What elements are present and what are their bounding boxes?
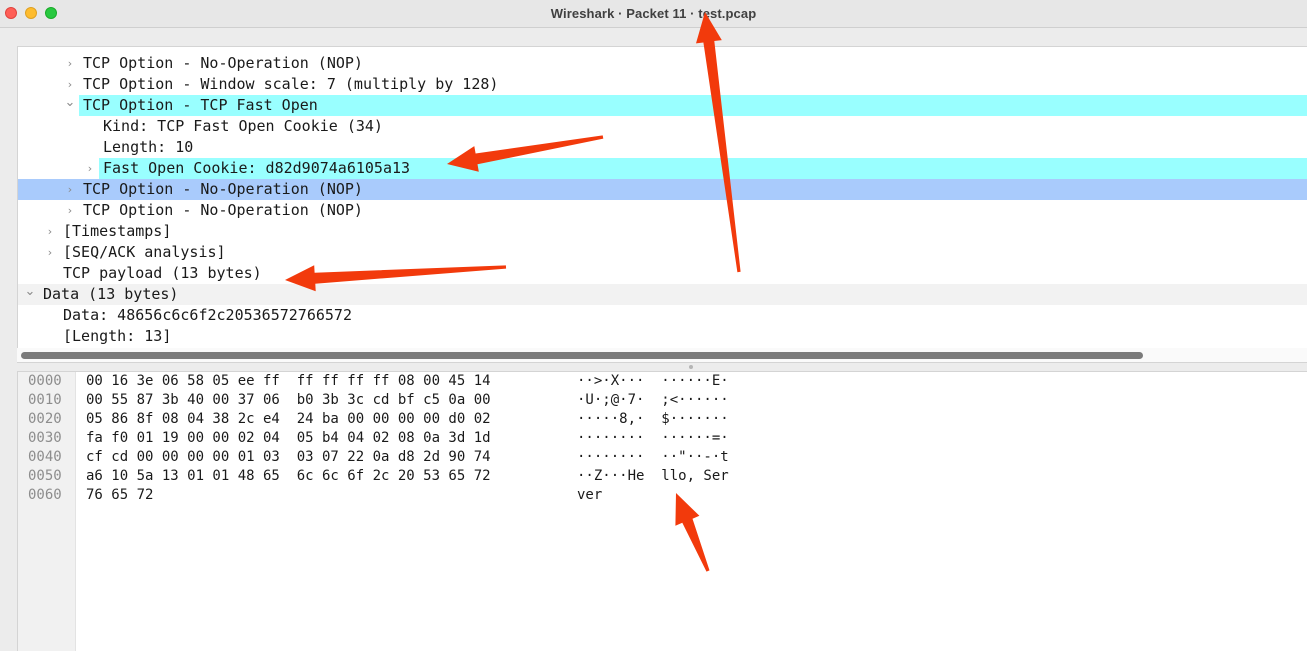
packet-detail-row[interactable]: › [SEQ/ACK analysis] [18,242,1307,263]
packet-detail-label: TCP Option - TCP Fast Open [83,96,318,114]
packet-detail-label: TCP Option - No-Operation (NOP) [83,180,363,198]
packet-detail-row[interactable]: › TCP Option - No-Operation (NOP) [18,200,1307,221]
bytes-row[interactable]: 0020 05 86 8f 08 04 38 2c e4 24 ba 00 00 … [18,410,1307,429]
packet-detail-label: [Length: 13] [63,327,172,345]
packet-detail-label: Data (13 bytes) [43,285,179,303]
chevron-down-icon[interactable]: ⌄ [24,284,36,305]
packet-detail-row[interactable]: Data: 48656c6c6f2c20536572766572 [18,305,1307,326]
packet-detail-label: TCP Option - No-Operation (NOP) [83,54,363,72]
bytes-offset: 0000 [28,373,62,389]
bytes-ascii[interactable]: ··Z···He llo, Ser [577,467,729,486]
packet-detail-row[interactable]: › [Timestamps] [18,221,1307,242]
bytes-ascii[interactable]: ··>·X··· ······E· [577,372,729,391]
bytes-row[interactable]: 0010 00 55 87 3b 40 00 37 06 b0 3b 3c cd … [18,391,1307,410]
packet-detail-label: Length: 10 [103,138,194,156]
packet-detail-row[interactable]: › TCP Option - Window scale: 7 (multiply … [18,74,1307,95]
chevron-right-icon[interactable]: › [84,158,96,179]
packet-bytes-pane[interactable]: 0000 00 16 3e 06 58 05 ee ff ff ff ff ff … [17,372,1307,651]
window-gutter-left [0,28,17,651]
bytes-offset: 0010 [28,392,62,408]
packet-details-pane[interactable]: › TCP Option - No-Operation (NOP) › TCP Opt… [17,46,1307,366]
chevron-right-icon[interactable]: › [64,179,76,200]
bytes-hex[interactable]: 00 16 3e 06 58 05 ee ff ff ff ff ff 08 0… [86,372,491,391]
title-bar[interactable]: Wireshark · Packet 11 · test.pcap [0,0,1307,28]
bytes-row[interactable]: 0030 fa f0 01 19 00 00 02 04 05 b4 04 02 … [18,429,1307,448]
bytes-ascii[interactable]: ········ ······=· [577,429,729,448]
packet-detail-row[interactable]: › TCP Option - No-Operation (NOP) [18,179,1307,200]
chevron-down-icon[interactable]: ⌄ [64,95,76,116]
pane-splitter[interactable] [17,362,1307,372]
bytes-ascii[interactable]: ver [577,486,602,505]
bytes-offset: 0030 [28,430,62,446]
packet-detail-label: TCP payload (13 bytes) [63,264,262,282]
bytes-ascii[interactable]: ········ ··"··-·t [577,448,729,467]
bytes-offset: 0020 [28,411,62,427]
wireshark-packet-window: Wireshark · Packet 11 · test.pcap › TCP O… [0,0,1307,651]
packet-detail-label: TCP Option - Window scale: 7 (multiply b… [83,75,499,93]
packet-detail-row[interactable]: ⌄ Data (13 bytes) [18,284,1307,305]
bytes-hex[interactable]: 76 65 72 [86,486,153,505]
bytes-hex[interactable]: a6 10 5a 13 01 01 48 65 6c 6c 6f 2c 20 5… [86,467,491,486]
chevron-right-icon[interactable]: › [44,221,56,242]
chevron-right-icon[interactable]: › [64,53,76,74]
packet-detail-label: Data: 48656c6c6f2c20536572766572 [63,306,352,324]
bytes-offset: 0050 [28,468,62,484]
splitter-grip-icon [689,365,693,369]
packet-detail-row[interactable]: › TCP Option - No-Operation (NOP) [18,53,1307,74]
bytes-hex[interactable]: 05 86 8f 08 04 38 2c e4 24 ba 00 00 00 0… [86,410,491,429]
window-title: Wireshark · Packet 11 · test.pcap [550,6,757,21]
packet-detail-label: [Timestamps] [63,222,172,240]
packet-detail-row[interactable]: ⌄ TCP Option - TCP Fast Open [18,95,1307,116]
bytes-row[interactable]: 0050 a6 10 5a 13 01 01 48 65 6c 6c 6f 2c … [18,467,1307,486]
packet-detail-row[interactable]: Kind: TCP Fast Open Cookie (34) [18,116,1307,137]
bytes-hex[interactable]: 00 55 87 3b 40 00 37 06 b0 3b 3c cd bf c… [86,391,491,410]
bytes-offset: 0060 [28,487,62,503]
packet-detail-label: TCP Option - No-Operation (NOP) [83,201,363,219]
packet-detail-row[interactable]: › Fast Open Cookie: d82d9074a6105a13 [18,158,1307,179]
details-scrollbar-thumb[interactable] [21,352,1143,359]
packet-detail-label: Kind: TCP Fast Open Cookie (34) [103,117,383,135]
bytes-offset: 0040 [28,449,62,465]
window-gutter-top [0,28,1307,46]
packet-detail-label: Fast Open Cookie: d82d9074a6105a13 [103,159,411,177]
bytes-ascii[interactable]: ·····8,· $······· [577,410,729,429]
bytes-hex[interactable]: cf cd 00 00 00 00 01 03 03 07 22 0a d8 2… [86,448,491,467]
packet-detail-row[interactable]: TCP payload (13 bytes) [18,263,1307,284]
bytes-row[interactable]: 0040 cf cd 00 00 00 00 01 03 03 07 22 0a … [18,448,1307,467]
chevron-right-icon[interactable]: › [64,200,76,221]
bytes-row[interactable]: 0000 00 16 3e 06 58 05 ee ff ff ff ff ff … [18,372,1307,391]
details-horizontal-scrollbar[interactable] [17,348,1307,362]
bytes-ascii[interactable]: ·U·;@·7· ;<······ [577,391,729,410]
chevron-right-icon[interactable]: › [64,74,76,95]
packet-detail-label: [SEQ/ACK analysis] [63,243,226,261]
packet-detail-row[interactable]: Length: 10 [18,137,1307,158]
bytes-row[interactable]: 0060 76 65 72 ver [18,486,1307,505]
chevron-right-icon[interactable]: › [44,242,56,263]
bytes-hex[interactable]: fa f0 01 19 00 00 02 04 05 b4 04 02 08 0… [86,429,491,448]
packet-detail-row[interactable]: [Length: 13] [18,326,1307,347]
